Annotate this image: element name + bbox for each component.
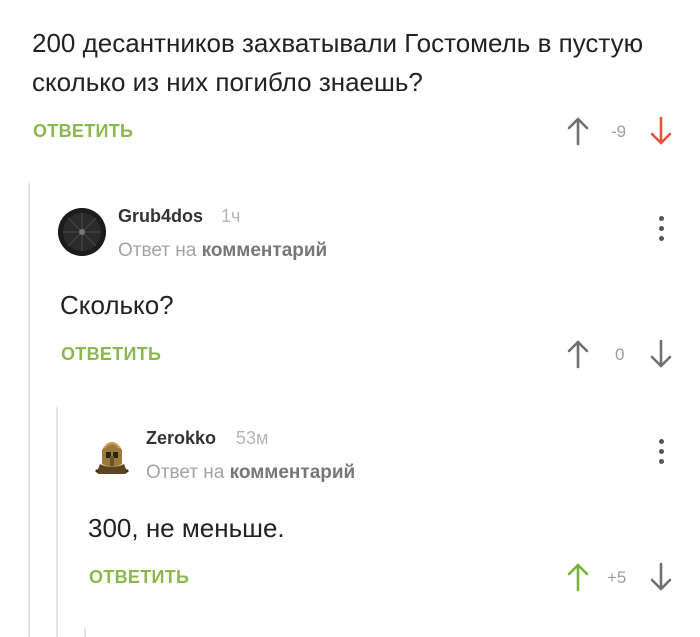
comment-text: Сколько? xyxy=(60,290,174,320)
reply-button[interactable]: ОТВЕТИТЬ xyxy=(61,344,161,365)
reply-button[interactable]: ОТВЕТИТЬ xyxy=(33,121,133,142)
upvote-arrow-icon[interactable] xyxy=(567,562,589,592)
downvote-arrow-icon[interactable] xyxy=(650,116,672,146)
reply-to-line: Ответ на комментарий xyxy=(118,240,327,262)
more-options-icon[interactable] xyxy=(656,216,666,241)
dark-umbrella-avatar-icon xyxy=(58,208,106,256)
comment-score: +5 xyxy=(607,568,627,587)
reply-to-link[interactable]: комментарий xyxy=(230,462,356,483)
username[interactable]: Zerokko xyxy=(146,428,216,449)
avatar[interactable] xyxy=(58,208,106,256)
downvote-arrow-icon[interactable] xyxy=(650,562,672,592)
spartan-helmet-avatar-icon xyxy=(90,442,134,478)
thread-line-level-2 xyxy=(56,407,58,637)
reply-to-link[interactable]: комментарий xyxy=(202,240,328,261)
comment-score: -9 xyxy=(611,122,627,141)
comment-time: 1ч xyxy=(221,206,241,226)
upvote-arrow-icon[interactable] xyxy=(567,116,589,146)
upvote-arrow-icon[interactable] xyxy=(567,339,589,369)
comment-score: 0 xyxy=(615,345,625,364)
reply-to-prefix: Ответ на xyxy=(146,462,225,483)
username[interactable]: Grub4dos xyxy=(118,206,203,227)
downvote-arrow-icon[interactable] xyxy=(650,339,672,369)
thread-line-level-3 xyxy=(84,628,86,637)
reply-to-prefix: Ответ на xyxy=(118,240,197,261)
thread-line-level-1 xyxy=(28,183,30,637)
comment-text: 300, не меньше. xyxy=(88,513,285,543)
root-comment-text: 200 десантников захватывали Гостомель в … xyxy=(32,28,644,97)
reply-to-line: Ответ на комментарий xyxy=(146,462,355,484)
more-options-icon[interactable] xyxy=(656,439,666,464)
comment-time: 53м xyxy=(236,428,269,448)
avatar[interactable] xyxy=(88,430,136,478)
reply-button[interactable]: ОТВЕТИТЬ xyxy=(89,567,189,588)
